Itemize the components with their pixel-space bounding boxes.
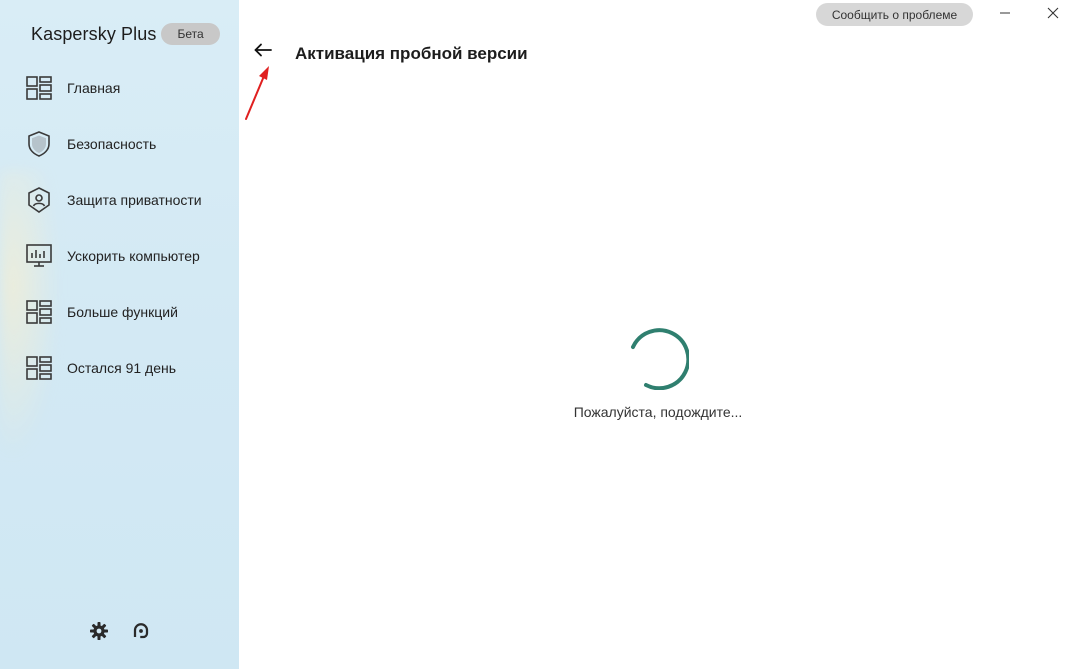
minimize-icon	[999, 6, 1011, 24]
sidebar-item-home[interactable]: Главная	[0, 60, 239, 116]
report-problem-button[interactable]: Сообщить о проблеме	[816, 3, 973, 26]
sidebar-item-label: Ускорить компьютер	[67, 248, 200, 264]
loading-message: Пожалуйста, подождите...	[573, 404, 743, 420]
close-button[interactable]	[1035, 2, 1071, 28]
sidebar-item-label: Безопасность	[67, 136, 157, 152]
close-icon	[1047, 6, 1059, 24]
privacy-shield-icon	[25, 186, 53, 214]
more-grid-icon	[25, 298, 53, 326]
sidebar-item-more[interactable]: Больше функций	[0, 284, 239, 340]
beta-badge: Бета	[161, 23, 220, 45]
sidebar-item-privacy[interactable]: Защита приватности	[0, 172, 239, 228]
brand: Kaspersky Plus Бета	[31, 23, 220, 45]
back-button[interactable]	[250, 40, 276, 64]
shield-icon	[25, 130, 53, 158]
sidebar-item-speedup[interactable]: Ускорить компьютер	[0, 228, 239, 284]
license-grid-icon	[25, 354, 53, 382]
minimize-button[interactable]	[987, 2, 1023, 28]
sidebar-nav: Главная Безопасность Защита приватности	[0, 60, 239, 396]
sidebar-bottom-icons	[88, 620, 152, 642]
gear-icon[interactable]	[88, 620, 110, 642]
page-title: Активация пробной версии	[295, 44, 528, 63]
monitor-chart-icon	[25, 242, 53, 270]
support-icon[interactable]	[130, 620, 152, 642]
app-name: Kaspersky Plus	[31, 23, 157, 44]
annotation-arrow-icon	[245, 66, 269, 120]
sidebar-item-label: Защита приватности	[67, 192, 202, 208]
sidebar-item-label: Больше функций	[67, 304, 178, 320]
sidebar-item-security[interactable]: Безопасность	[0, 116, 239, 172]
sidebar: Kaspersky Plus Бета Главная Безопасность	[0, 0, 239, 669]
sidebar-item-license[interactable]: Остался 91 день	[0, 340, 239, 396]
sidebar-item-label: Главная	[67, 80, 121, 96]
loading-spinner-icon	[631, 328, 689, 390]
home-grid-icon	[25, 74, 53, 102]
sidebar-item-label: Остался 91 день	[67, 360, 177, 376]
arrow-left-icon	[254, 43, 272, 62]
